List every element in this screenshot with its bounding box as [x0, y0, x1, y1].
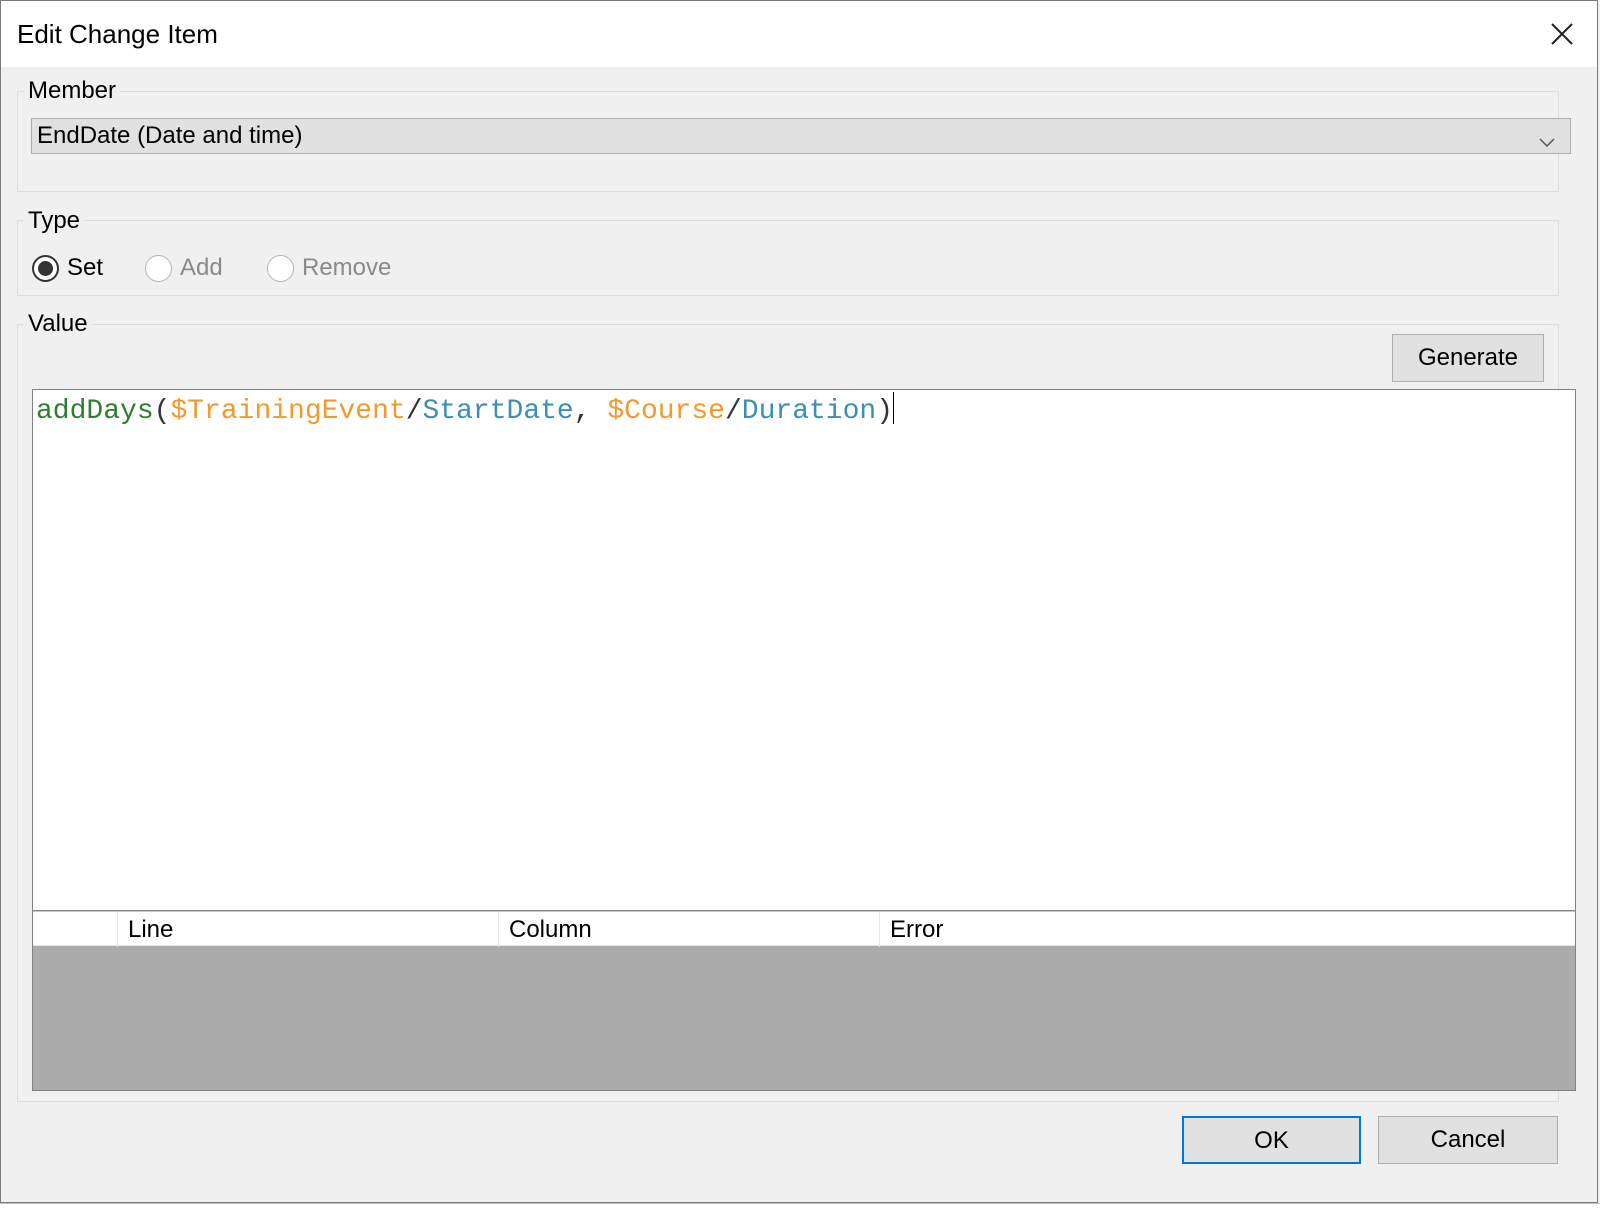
token-close-paren: ) [876, 396, 894, 427]
radio-add[interactable]: Add [145, 252, 223, 284]
errors-table-header: Line Column Error [33, 911, 1577, 947]
radio-add-indicator [145, 254, 172, 282]
cancel-button[interactable]: Cancel [1378, 1116, 1558, 1164]
title-bar: Edit Change Item [1, 1, 1597, 67]
background-window-strip [0, 1203, 1600, 1211]
radio-set[interactable]: Set [32, 252, 103, 284]
radio-remove[interactable]: Remove [267, 252, 391, 284]
token-variable-training-event: $TrainingEvent [170, 396, 406, 427]
edit-change-item-dialog: Edit Change Item Member EndDate (Date an… [0, 0, 1598, 1203]
text-caret [893, 392, 895, 424]
radio-remove-indicator [267, 254, 294, 282]
chevron-down-icon [1538, 127, 1556, 161]
token-attribute-duration: Duration [741, 396, 877, 427]
member-group-label: Member [24, 77, 121, 105]
expression-editor[interactable]: addDays($TrainingEvent/StartDate, $Cours… [32, 389, 1576, 911]
generate-button[interactable]: Generate [1392, 334, 1544, 382]
column-header-error[interactable]: Error [879, 912, 1577, 947]
type-group-label: Type [24, 207, 85, 235]
errors-table: Line Column Error [32, 911, 1576, 1091]
column-header-column[interactable]: Column [498, 912, 879, 947]
radio-remove-label: Remove [302, 254, 392, 281]
radio-set-indicator [32, 254, 59, 282]
token-variable-course: $Course [607, 396, 725, 427]
ok-button[interactable]: OK [1182, 1116, 1361, 1164]
token-slash: / [724, 396, 742, 427]
window-title: Edit Change Item [17, 19, 218, 49]
expression-code: addDays($TrainingEvent/StartDate, $Cours… [36, 392, 895, 430]
column-header-blank[interactable] [33, 912, 117, 947]
member-dropdown[interactable]: EndDate (Date and time) [31, 118, 1571, 154]
token-slash: / [405, 396, 423, 427]
token-open-paren: ( [153, 396, 171, 427]
token-comma: , [573, 396, 608, 427]
radio-set-label: Set [67, 254, 104, 281]
close-icon[interactable] [1549, 21, 1575, 47]
type-group [17, 220, 1559, 296]
value-group-label: Value [24, 310, 92, 338]
column-header-line[interactable]: Line [117, 912, 498, 947]
radio-add-label: Add [180, 254, 223, 281]
token-attribute-start-date: StartDate [422, 396, 574, 427]
token-function: addDays [36, 396, 154, 427]
member-selected-value: EndDate (Date and time) [37, 122, 303, 149]
